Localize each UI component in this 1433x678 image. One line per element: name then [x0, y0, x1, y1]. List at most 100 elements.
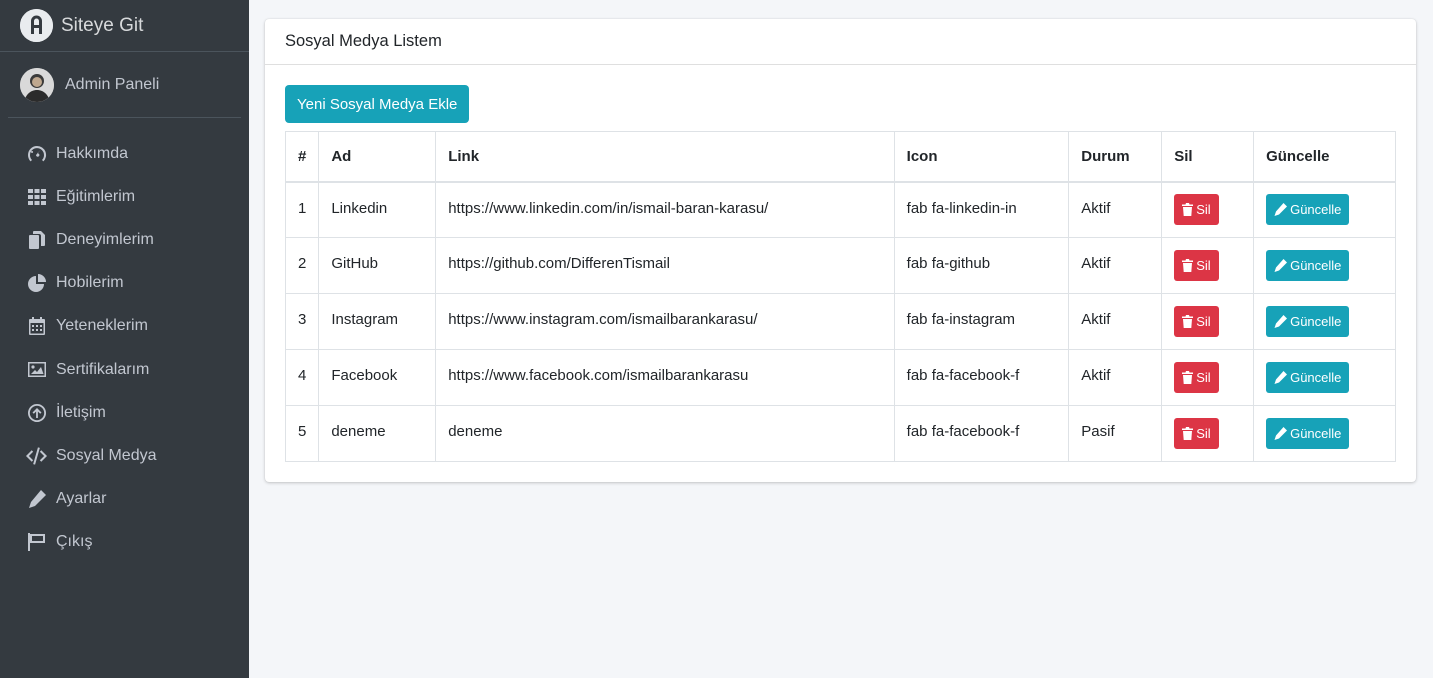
- delete-button-label: Sil: [1196, 202, 1211, 218]
- update-button[interactable]: Güncelle: [1266, 362, 1350, 393]
- sidebar-item-label: Hobilerim: [56, 274, 124, 292]
- column-header-number: #: [284, 131, 320, 183]
- sidebar-item-label: İletişim: [56, 403, 106, 421]
- trash-icon: [1182, 203, 1194, 217]
- column-header-guncelle: Güncelle: [1253, 131, 1396, 183]
- table-row: 2 GitHub https://github.com/DifferenTism…: [284, 237, 1396, 294]
- social-media-card: Sosyal Medya Listem Yeni Sosyal Medya Ek…: [265, 19, 1416, 482]
- row-number: 2: [284, 237, 320, 294]
- row-ad: deneme: [318, 405, 437, 462]
- sidebar-item-hakkimda[interactable]: Hakkımda: [0, 132, 249, 175]
- pencil-icon: [1274, 259, 1288, 272]
- row-sil-cell: Sil: [1161, 237, 1255, 294]
- sidebar-item-label: Yeteneklerim: [56, 317, 148, 335]
- delete-button-label: Sil: [1196, 258, 1211, 273]
- brand-title: Siteye Git: [61, 14, 144, 36]
- row-guncelle-cell: Güncelle: [1253, 405, 1396, 462]
- delete-button-label: Sil: [1196, 314, 1211, 329]
- row-ad: Facebook: [318, 349, 437, 406]
- column-header-icon: Icon: [893, 131, 1070, 183]
- sidebar-item-label: Sertifikalarım: [56, 360, 150, 378]
- table-row: 5 deneme deneme fab fa-facebook-f Pasif …: [284, 405, 1396, 462]
- pencil-icon: [1274, 427, 1288, 440]
- table-row: 3 Instagram https://www.instagram.com/is…: [284, 293, 1396, 350]
- row-guncelle-cell: Güncelle: [1253, 293, 1396, 350]
- trash-icon: [1182, 259, 1194, 272]
- delete-button-label: Sil: [1196, 426, 1211, 441]
- sidebar-item-cikis[interactable]: Çıkış: [0, 521, 249, 564]
- row-sil-cell: Sil: [1161, 349, 1255, 406]
- table-row: 4 Facebook https://www.facebook.com/isma…: [284, 349, 1396, 406]
- row-number: 1: [284, 181, 320, 238]
- update-button-label: Güncelle: [1290, 426, 1342, 441]
- delete-button[interactable]: Sil: [1174, 194, 1219, 226]
- update-button[interactable]: Güncelle: [1266, 418, 1350, 449]
- row-durum: Aktif: [1068, 349, 1163, 406]
- delete-button[interactable]: Sil: [1174, 250, 1219, 281]
- delete-button[interactable]: Sil: [1174, 306, 1219, 337]
- sidebar-item-label: Sosyal Medya: [56, 446, 157, 464]
- brand-logo-icon: [20, 9, 53, 42]
- pencil-icon: [1274, 315, 1288, 328]
- sidebar-item-label: Hakkımda: [56, 144, 129, 162]
- image-icon: [26, 360, 47, 380]
- table-row: 1 Linkedin https://www.linkedin.com/in/i…: [284, 181, 1396, 238]
- sidebar-item-ayarlar[interactable]: Ayarlar: [0, 478, 249, 521]
- sidebar-item-label: Deneyimlerim: [56, 230, 154, 248]
- card-body: Yeni Sosyal Medya Ekle # Ad Link Icon Du…: [265, 65, 1416, 482]
- calendar-icon: [26, 316, 47, 336]
- column-header-sil: Sil: [1161, 131, 1255, 183]
- row-link: https://github.com/DifferenTismail: [435, 237, 895, 294]
- sidebar-item-hobilerim[interactable]: Hobilerim: [0, 262, 249, 305]
- delete-button[interactable]: Sil: [1174, 362, 1219, 393]
- update-button-label: Güncelle: [1290, 258, 1342, 273]
- pie-chart-icon: [26, 273, 47, 293]
- update-button[interactable]: Güncelle: [1266, 194, 1350, 226]
- trash-icon: [1182, 371, 1194, 384]
- update-button[interactable]: Güncelle: [1266, 250, 1350, 281]
- trash-icon: [1182, 427, 1194, 440]
- row-icon: fab fa-facebook-f: [893, 349, 1070, 406]
- content-wrapper: Sosyal Medya Listem Yeni Sosyal Medya Ek…: [249, 0, 1433, 678]
- sidebar-item-sosyal-medya[interactable]: Sosyal Medya: [0, 434, 249, 477]
- user-panel[interactable]: Admin Paneli: [8, 52, 241, 118]
- column-header-ad: Ad: [318, 131, 437, 183]
- pencil-icon: [1274, 203, 1288, 217]
- sidebar-item-deneyimlerim[interactable]: Deneyimlerim: [0, 218, 249, 261]
- column-header-link: Link: [435, 131, 895, 183]
- table-header-row: # Ad Link Icon Durum Sil Güncelle: [284, 131, 1396, 183]
- row-icon: fab fa-github: [893, 237, 1070, 294]
- sidebar-item-egitimlerim[interactable]: Eğitimlerim: [0, 175, 249, 218]
- update-button[interactable]: Güncelle: [1266, 306, 1350, 337]
- row-icon: fab fa-linkedin-in: [893, 181, 1070, 238]
- trash-icon: [1182, 315, 1194, 328]
- row-number: 3: [284, 293, 320, 350]
- update-button-label: Güncelle: [1290, 370, 1342, 385]
- row-sil-cell: Sil: [1161, 293, 1255, 350]
- delete-button[interactable]: Sil: [1174, 418, 1219, 449]
- row-link: https://www.instagram.com/ismailbarankar…: [435, 293, 895, 350]
- sidebar-item-label: Eğitimlerim: [56, 187, 136, 205]
- column-header-durum: Durum: [1068, 131, 1163, 183]
- flag-icon: [26, 532, 47, 552]
- row-icon: fab fa-facebook-f: [893, 405, 1070, 462]
- copy-icon: [26, 230, 47, 250]
- sidebar: Siteye Git Admin Paneli Hakkımda Eğitiml…: [0, 0, 249, 678]
- row-durum: Aktif: [1068, 293, 1163, 350]
- sidebar-item-iletisim[interactable]: İletişim: [0, 391, 249, 434]
- sidebar-item-label: Çıkış: [56, 533, 93, 551]
- tachometer-icon: [26, 144, 47, 164]
- row-number: 5: [284, 405, 320, 462]
- add-social-media-button[interactable]: Yeni Sosyal Medya Ekle: [285, 85, 470, 123]
- row-link: deneme: [435, 405, 895, 462]
- brand-link[interactable]: Siteye Git: [0, 0, 249, 52]
- row-link: https://www.facebook.com/ismailbarankara…: [435, 349, 895, 406]
- code-icon: [26, 446, 47, 466]
- sidebar-item-label: Ayarlar: [56, 490, 107, 508]
- sidebar-item-sertifikalarim[interactable]: Sertifikalarım: [0, 348, 249, 391]
- user-name: Admin Paneli: [65, 75, 160, 93]
- row-guncelle-cell: Güncelle: [1253, 237, 1396, 294]
- row-guncelle-cell: Güncelle: [1253, 349, 1396, 406]
- row-durum: Aktif: [1068, 181, 1163, 238]
- sidebar-item-yeteneklerim[interactable]: Yeteneklerim: [0, 305, 249, 348]
